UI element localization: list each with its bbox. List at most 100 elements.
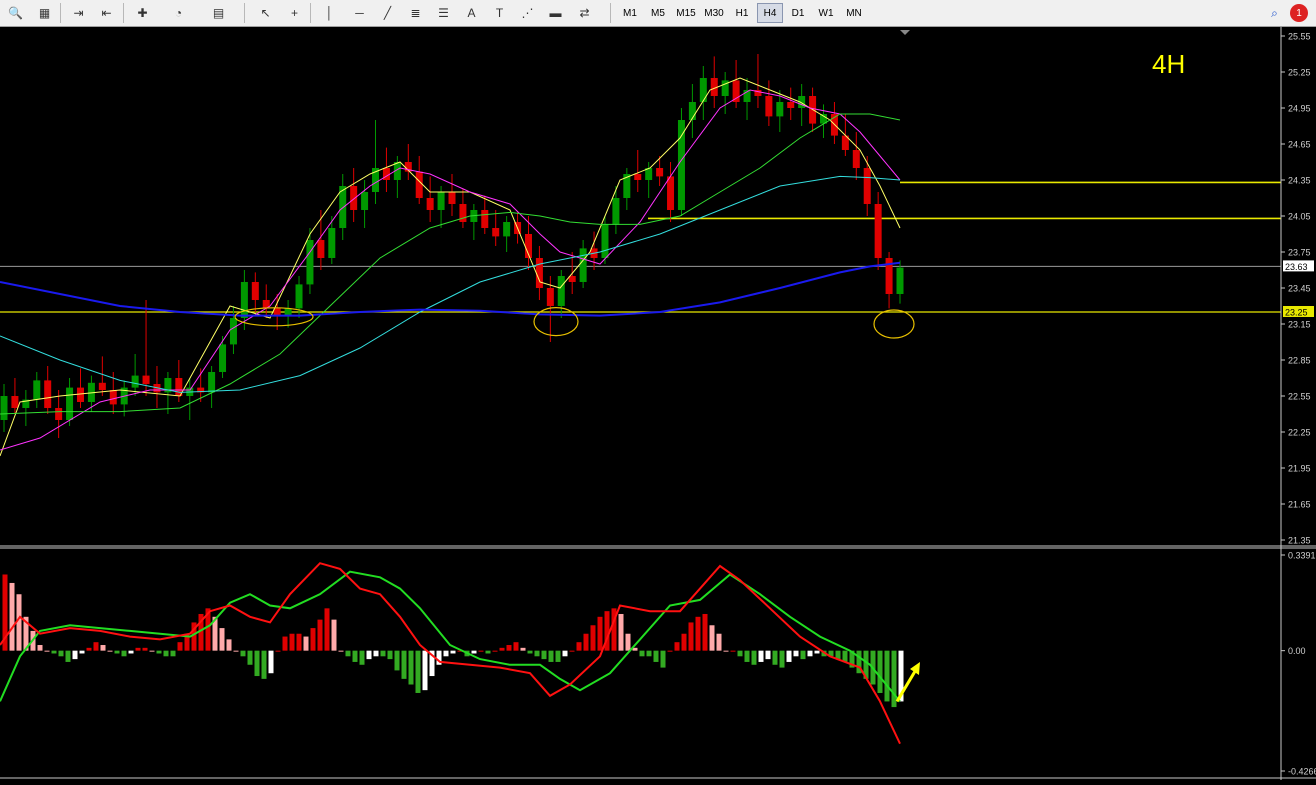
text-icon[interactable]: A — [461, 3, 482, 23]
candle-body — [863, 168, 871, 204]
zoom-in-icon[interactable]: 🔍 — [5, 3, 26, 23]
macd-histogram-bar — [170, 650, 176, 657]
macd-histogram-bar — [310, 628, 316, 651]
search-icon[interactable]: ⌕ — [1264, 3, 1285, 23]
macd-histogram-bar — [79, 650, 85, 654]
macd-histogram-bar — [737, 650, 743, 657]
macd-histogram-bar — [772, 650, 778, 665]
templates-icon[interactable]: ▤ — [208, 3, 229, 23]
candle-body — [426, 198, 434, 210]
toolbar: 🔍 ▦ ⇥ ⇤ ✚ ◔ ▤ ↖ + │ ─ ╱ ≣ ☰ A T ⋰ ▬ ⇄ M1 M5 M15 M30 H1 H4 D1 W1 MN ⌕… — [0, 0, 1316, 27]
candle-body — [66, 387, 74, 420]
macd-histogram-bar — [478, 650, 484, 652]
macd-histogram-bar — [163, 650, 169, 657]
timeframe-m1-button[interactable]: M1 — [617, 3, 643, 23]
fibo-fan-icon[interactable]: ⋰ — [517, 3, 538, 23]
notifications-icon[interactable]: 1 — [1290, 4, 1308, 22]
macd-histogram-bar — [226, 639, 232, 651]
macd-histogram-bar — [492, 650, 498, 652]
macd-histogram-bar — [660, 650, 666, 668]
timeframe-mn-button[interactable]: MN — [841, 3, 867, 23]
tile-windows-icon[interactable]: ▦ — [34, 3, 55, 23]
macd-histogram-bar — [730, 650, 736, 652]
macd-histogram-bar — [275, 650, 281, 652]
macd-histogram-bar — [814, 650, 820, 654]
price-axis-label: 23.45 — [1288, 284, 1311, 294]
macd-histogram-bar — [359, 650, 365, 665]
cursor-icon[interactable]: ↖ — [255, 3, 276, 23]
macd-histogram-bar — [37, 645, 43, 651]
macd-histogram-bar — [548, 650, 554, 662]
timeframe-h1-button[interactable]: H1 — [729, 3, 755, 23]
macd-histogram-bar — [9, 582, 15, 651]
macd-histogram-bar — [667, 650, 673, 652]
macd-histogram-bar — [576, 642, 582, 651]
macd-histogram-bar — [800, 650, 806, 660]
toolbar-separator — [60, 3, 61, 23]
candle-body — [699, 78, 707, 102]
macd-histogram-bar — [72, 650, 78, 660]
macd-histogram-bar — [562, 650, 568, 657]
candle-body — [109, 390, 117, 405]
macd-histogram-bar — [884, 650, 890, 702]
macd-histogram-bar — [254, 650, 260, 677]
vertical-line-icon[interactable]: │ — [319, 3, 340, 23]
fibonacci-icon[interactable]: ☰ — [433, 3, 454, 23]
chart-svg[interactable]: 25.55 25.25 24.95 24.65 24.35 24.05 23.75 23.45… — [0, 27, 1316, 780]
timeframe-d1-button[interactable]: D1 — [785, 3, 811, 23]
macd-histogram-bar — [240, 650, 246, 657]
macd-histogram-bar — [779, 650, 785, 668]
macd-histogram-bar — [716, 633, 722, 651]
macd-histogram-bar — [793, 650, 799, 657]
trendline-icon[interactable]: ╱ — [377, 3, 398, 23]
macd-histogram-bar — [534, 650, 540, 657]
crosshair-icon[interactable]: + — [284, 3, 305, 23]
timeframe-w1-button[interactable]: W1 — [813, 3, 839, 23]
candle-body — [328, 228, 336, 258]
macd-histogram-bar — [765, 650, 771, 660]
text-label-icon[interactable]: T — [489, 3, 510, 23]
periodicity-icon[interactable]: ◔ — [168, 3, 189, 23]
macd-histogram-bar — [625, 633, 631, 651]
macd-histogram-bar — [331, 619, 337, 651]
macd-axis-label: 0.00 — [1288, 646, 1306, 656]
candle-body — [273, 308, 281, 316]
autoscroll-icon[interactable]: ⇥ — [68, 3, 89, 23]
toolbar-separator — [123, 3, 124, 23]
candle-body — [382, 168, 390, 180]
candle-body — [350, 186, 358, 210]
chart-area[interactable]: 25.55 25.25 24.95 24.65 24.35 24.05 23.75 23.45… — [0, 27, 1316, 780]
candle-body — [546, 288, 554, 306]
macd-histogram-bar — [408, 650, 414, 685]
macd-histogram-bar — [674, 642, 680, 651]
macd-histogram-bar — [639, 650, 645, 657]
macd-histogram-bar — [16, 594, 22, 651]
price-axis-label: 22.55 — [1288, 392, 1311, 402]
timeframe-h4-button[interactable]: H4 — [757, 3, 783, 23]
timeframe-m30-button[interactable]: M30 — [701, 3, 727, 23]
candle-body — [656, 168, 664, 177]
candle-body — [295, 284, 303, 309]
candle-body — [219, 344, 227, 372]
candle-body — [503, 222, 511, 237]
timeframe-m5-button[interactable]: M5 — [645, 3, 671, 23]
candle-body — [579, 248, 587, 282]
candle-body — [0, 396, 8, 420]
macd-histogram-bar — [751, 650, 757, 665]
macd-histogram-bar — [86, 647, 92, 651]
candle-body — [535, 258, 543, 288]
rectangle-icon[interactable]: ▬ — [545, 3, 566, 23]
macd-histogram-bar — [268, 650, 274, 674]
equidistant-channel-icon[interactable]: ≣ — [405, 3, 426, 23]
macd-histogram-bar — [681, 633, 687, 651]
horizontal-line-icon[interactable]: ─ — [349, 3, 370, 23]
arrows-icon[interactable]: ⇄ — [574, 3, 595, 23]
timeframe-m15-button[interactable]: M15 — [673, 3, 699, 23]
macd-histogram-bar — [541, 650, 547, 660]
indicators-icon[interactable]: ✚ — [132, 3, 153, 23]
macd-axis-label: 0.3391 — [1288, 551, 1316, 561]
macd-histogram-bar — [317, 619, 323, 651]
chart-shift-icon[interactable]: ⇤ — [96, 3, 117, 23]
price-axis-label: 24.65 — [1288, 140, 1311, 150]
candle-body — [44, 380, 52, 408]
